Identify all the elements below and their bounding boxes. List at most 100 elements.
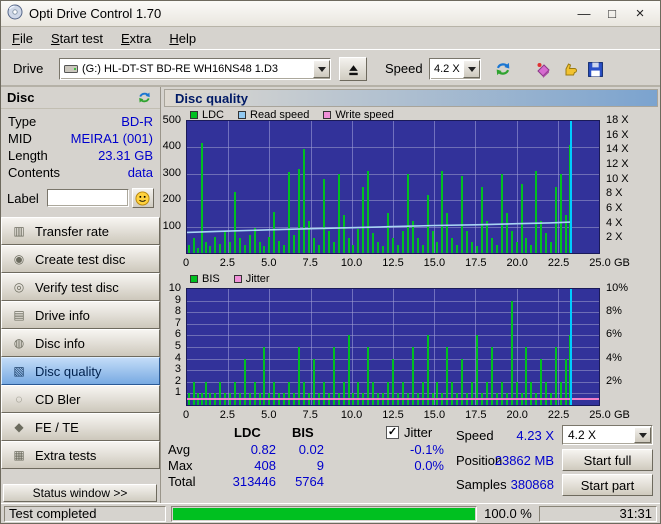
sidebar-item-cd-bler[interactable]: ◌ CD Bler <box>1 385 160 413</box>
sidebar-item-fe-te[interactable]: ◆ FE / TE <box>1 413 160 441</box>
chart2-bar <box>525 347 528 405</box>
menu-extra[interactable]: Extra <box>112 28 160 49</box>
title-bar: Opti Drive Control 1.70 — □ × <box>1 1 660 27</box>
axis-tick-label: 22.5 <box>547 409 570 421</box>
disc-refresh-button[interactable] <box>134 89 154 107</box>
erase-disc-button[interactable] <box>532 57 556 81</box>
axis-tick-label: 4 X <box>606 216 623 229</box>
axis-tick-label: 5.0 <box>261 257 277 269</box>
chart2-bar <box>545 381 548 405</box>
sidebar-item-extra-tests[interactable]: ▦ Extra tests <box>1 441 160 469</box>
samples-value: 380868 <box>510 477 554 492</box>
axis-tick-label: 6 X <box>606 202 623 214</box>
axis-tick-label: 8 <box>174 305 181 318</box>
progress-percent-label: 100.0 % <box>484 506 532 521</box>
eject-icon <box>348 64 358 75</box>
legend-label: Jitter <box>245 273 270 285</box>
legend-item-bis: BIS <box>190 273 220 285</box>
speed-result-select[interactable]: 4.2 X <box>562 425 653 445</box>
disc-section-header: Disc <box>1 87 160 109</box>
chart2-bar <box>401 381 404 405</box>
sidebar-item-label: Disc info <box>35 335 85 351</box>
sidebar-item-label: Drive info <box>35 307 90 323</box>
speed-select[interactable]: 4.2 X <box>429 58 481 80</box>
chart2-y-axis-left: 10 9 8 7 6 5 4 3 2 1 <box>162 282 183 406</box>
bis-swatch-icon <box>190 275 198 283</box>
read-speed-line <box>187 221 572 234</box>
axis-tick-label: 5.0 <box>261 409 277 421</box>
info-label: MID <box>8 131 32 146</box>
axis-tick-label: 14 X <box>606 143 629 156</box>
chart2-legend: BIS Jitter <box>190 273 270 285</box>
axis-tick-label: 0 <box>182 409 190 421</box>
start-full-button[interactable]: Start full <box>562 449 653 471</box>
eraser-icon <box>537 63 550 78</box>
drive-info-icon: ▤ <box>13 308 25 322</box>
start-part-button[interactable]: Start part <box>562 474 653 496</box>
drive-select-arrow[interactable] <box>313 60 330 78</box>
elapsed-time: 31:31 <box>539 505 657 522</box>
axis-tick-label: 25.0 <box>589 257 611 269</box>
disc-info-row-contents: Contents data <box>1 164 160 181</box>
sidebar-item-label: Extra tests <box>35 447 97 463</box>
total-bis-value: 5764 <box>295 474 324 489</box>
axis-tick-label: 3 <box>174 363 181 376</box>
speed-select-arrow[interactable] <box>463 60 480 78</box>
avg-row-label: Avg <box>168 442 191 457</box>
hand-tool-button[interactable] <box>558 57 582 81</box>
eject-button[interactable] <box>339 57 367 81</box>
drive-select[interactable]: (G:) HL-DT-ST BD-RE WH16NS48 1.D3 <box>59 58 331 80</box>
max-bis-value: 9 <box>316 458 324 473</box>
menu-start-test[interactable]: Start test <box>42 28 112 49</box>
minimize-button[interactable]: — <box>570 4 598 24</box>
write-speed-swatch-icon <box>323 111 332 119</box>
axis-tick-label: 7.5 <box>302 409 318 421</box>
menu-help[interactable]: Help <box>160 28 205 49</box>
app-icon <box>7 4 23 23</box>
max-ldc-value: 408 <box>254 458 276 473</box>
toolbar: Drive (G:) HL-DT-ST BD-RE WH16NS48 1.D3 … <box>1 49 660 87</box>
disc-info-row-mid: MID MEIRA1 (001) <box>1 130 160 147</box>
chevron-down-icon <box>317 66 326 72</box>
axis-tick-label: 20.0 <box>506 409 528 421</box>
axis-tick-label: 7 <box>174 316 181 329</box>
avg-bis-value: 0.02 <box>298 442 324 457</box>
chart2-bar <box>342 381 345 405</box>
drive-select-value: (G:) HL-DT-ST BD-RE WH16NS48 1.D3 <box>82 63 279 75</box>
sidebar-item-verify-test-disc[interactable]: ◎ Verify test disc <box>1 273 160 301</box>
axis-tick-label: 10% <box>606 282 629 294</box>
jitter-checkbox[interactable]: ✓ <box>386 426 399 439</box>
info-value[interactable]: data <box>128 165 153 180</box>
disc-info-icon: ◍ <box>13 336 25 350</box>
jitter-swatch-icon <box>233 275 242 283</box>
sidebar-item-disc-info[interactable]: ◍ Disc info <box>1 329 160 357</box>
bis-column-header: BIS <box>292 425 314 440</box>
axis-tick-label: 15.0 <box>423 257 446 269</box>
jitter-checkbox-label[interactable]: Jitter <box>404 425 432 440</box>
axis-tick-label: 12.5 <box>382 257 404 269</box>
chart2-bar <box>298 347 301 405</box>
close-button[interactable]: × <box>626 4 654 24</box>
chart2-bar <box>510 300 513 405</box>
refresh-button[interactable] <box>491 57 515 81</box>
speed-result-value: 4.23 X <box>516 428 554 443</box>
axis-tick-label: 9 <box>174 293 181 306</box>
chart1-x-axis: 0 2.5 5.0 7.5 10.0 12.5 15.0 17.5 20.0 22.5 25.0 GB <box>183 257 630 269</box>
sidebar-item-create-test-disc[interactable]: ◉ Create test disc <box>1 245 160 273</box>
speed-result-select-arrow[interactable] <box>634 427 651 443</box>
axis-tick-label: 10.0 <box>340 409 363 421</box>
status-window-button[interactable]: Status window >> <box>3 484 157 502</box>
sidebar-item-drive-info[interactable]: ▤ Drive info <box>1 301 160 329</box>
axis-tick-label: 2 X <box>606 231 623 244</box>
maximize-button[interactable]: □ <box>598 4 626 24</box>
save-button[interactable] <box>583 57 607 81</box>
chart2-bar <box>372 381 375 405</box>
sidebar-item-disc-quality[interactable]: ▧ Disc quality <box>1 357 160 385</box>
disc-label-input[interactable] <box>46 189 129 207</box>
menu-file[interactable]: File <box>3 28 42 49</box>
main-panel: Disc quality LDC Read speed Write speed … <box>162 87 660 505</box>
menu-bar: File Start test Extra Help <box>1 27 660 49</box>
sidebar-item-transfer-rate[interactable]: ▥ Transfer rate <box>1 217 160 245</box>
label-caption: Label <box>7 190 39 206</box>
smiley-button[interactable] <box>131 188 154 208</box>
